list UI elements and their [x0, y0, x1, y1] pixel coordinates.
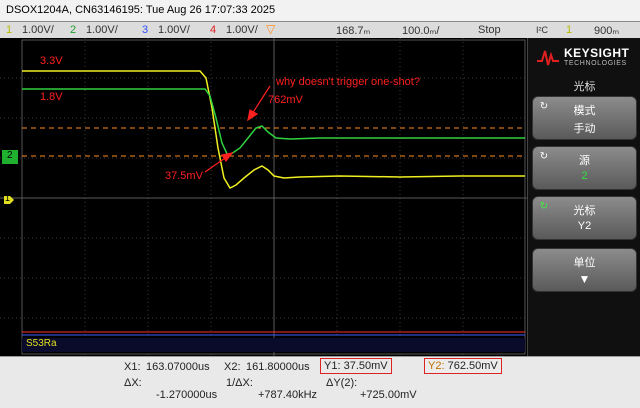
- softkey-units-label: 单位: [573, 257, 596, 269]
- softkey-cursor[interactable]: ↻ 光标 Y2: [532, 196, 637, 240]
- inv-dx-label: 1/ΔX:: [226, 377, 253, 389]
- cursor-readout-bar: X1: 163.07000us X2: 161.80000us Y1: 37.5…: [0, 356, 640, 408]
- brand-name: KEYSIGHT: [564, 46, 630, 60]
- ch2-scale[interactable]: 1.00V/: [86, 24, 118, 36]
- dx-label: ΔX:: [124, 377, 142, 389]
- ch1-scale[interactable]: 1.00V/: [22, 24, 54, 36]
- y1-readout: Y1: 37.50mV: [320, 358, 392, 374]
- softkey-units[interactable]: 单位 ▼: [532, 248, 637, 292]
- keysight-logo-icon: [537, 50, 559, 66]
- ch3-scale[interactable]: 1.00V/: [158, 24, 190, 36]
- trigger-channel: 1: [566, 24, 573, 36]
- softkey-source-label: 源: [579, 155, 590, 167]
- y2-readout: Y2: 762.50mV: [424, 358, 502, 374]
- ch2-marker-label: 2: [7, 150, 13, 161]
- dx-value: -1.270000us: [156, 389, 218, 401]
- inv-dx-value: +787.40kHz: [258, 389, 318, 401]
- softkey-mode-label: 模式: [573, 105, 596, 117]
- decode-bar: [22, 338, 525, 352]
- softkey-mode-value: 手动: [573, 123, 596, 135]
- dy-value: +725.00mV: [360, 389, 417, 401]
- softkey-mode[interactable]: ↻ 模式 手动: [532, 96, 637, 140]
- brand: KEYSIGHT TECHNOLOGIES: [528, 42, 640, 72]
- center-axes: [0, 38, 527, 356]
- decode-label: S53Ra: [26, 338, 57, 349]
- ch1-marker-label: 1: [5, 193, 11, 203]
- y1-label: Y1:: [324, 360, 341, 372]
- channel-status-bar: 1 1.00V/ 2 1.00V/ 3 1.00V/ 4 1.00V/ ▽ 16…: [0, 22, 640, 38]
- x1-value: 163.07000us: [146, 361, 210, 373]
- softkey-cursor-label: 光标: [573, 205, 596, 217]
- annotation-1v8: 1.8V: [40, 91, 63, 103]
- trigger-position-marker-icon: ▽: [266, 22, 276, 36]
- y2-value: 762.50mV: [447, 360, 498, 372]
- ch4-scale[interactable]: 1.00V/: [226, 24, 258, 36]
- graticule: [0, 38, 527, 356]
- dy-label: ΔY(2):: [326, 377, 358, 389]
- down-arrow-icon: ▼: [578, 272, 591, 286]
- annotation-question: why doesn't trigger one-shot?: [276, 76, 420, 88]
- ch3-number[interactable]: 3: [142, 24, 148, 36]
- ch4-number[interactable]: 4: [210, 24, 216, 36]
- y2-label: Y2:: [428, 360, 445, 372]
- trigger-type[interactable]: I²C: [536, 25, 548, 35]
- waveform-display[interactable]: 3.3V 1.8V why doesn't trigger one-shot? …: [0, 38, 527, 356]
- x1-label: X1:: [124, 361, 141, 373]
- softkey-source-value: 2: [581, 170, 588, 182]
- softkey-panel: KEYSIGHT TECHNOLOGIES 光标 ↻ 模式 手动 ↻ 源 2 ↻…: [527, 38, 640, 356]
- ch1-number[interactable]: 1: [6, 24, 12, 36]
- graticule-and-traces: [0, 38, 527, 356]
- annotation-37-5mv: 37.5mV: [165, 170, 203, 182]
- trigger-level[interactable]: 900ₘ: [594, 24, 619, 37]
- brand-subtitle: TECHNOLOGIES: [564, 60, 627, 67]
- x2-value: 161.80000us: [246, 361, 310, 373]
- ch2-number[interactable]: 2: [70, 24, 76, 36]
- softkey-source[interactable]: ↻ 源 2: [532, 146, 637, 190]
- softkey-cursor-value: Y2: [577, 220, 592, 232]
- title-bar: DSOX1204A, CN63146195: Tue Aug 26 17:07:…: [0, 0, 640, 22]
- annotation-3v3: 3.3V: [40, 55, 63, 67]
- annotation-762mv: 762mV: [268, 94, 303, 106]
- menu-title: 光标: [573, 81, 596, 93]
- y1-value: 37.50mV: [343, 360, 388, 372]
- horizontal-delay[interactable]: 168.7ₘ: [336, 24, 370, 37]
- run-state: Stop: [478, 24, 501, 36]
- x2-label: X2:: [224, 361, 241, 373]
- timebase-scale[interactable]: 100.0ₘ/: [402, 24, 439, 37]
- window-title: DSOX1204A, CN63146195: Tue Aug 26 17:07:…: [6, 4, 276, 16]
